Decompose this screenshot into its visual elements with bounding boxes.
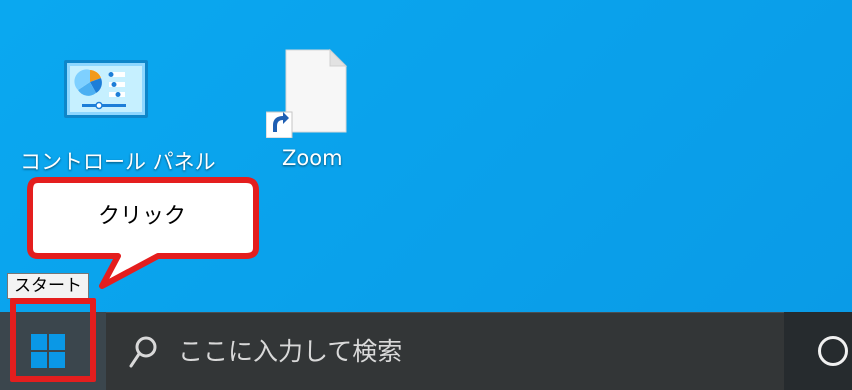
file-shortcut-icon[interactable] [265, 48, 350, 139]
cortana-button[interactable] [786, 312, 852, 390]
control-panel-icon[interactable] [64, 60, 148, 118]
cortana-circle-icon [818, 336, 848, 366]
start-tooltip: スタート [7, 273, 89, 299]
callout-text: クリック [98, 204, 187, 229]
taskbar: ここに入力して検索 [0, 298, 852, 390]
start-highlight [10, 298, 96, 382]
control-panel-label: コントロール パネル [20, 150, 216, 174]
desktop: コントロール パネル Zoom クリック スタート [0, 0, 852, 312]
search-box[interactable]: ここに入力して検索 [106, 312, 784, 390]
zoom-label: Zoom [282, 146, 343, 170]
search-icon [128, 335, 158, 369]
search-placeholder: ここに入力して検索 [178, 337, 403, 366]
